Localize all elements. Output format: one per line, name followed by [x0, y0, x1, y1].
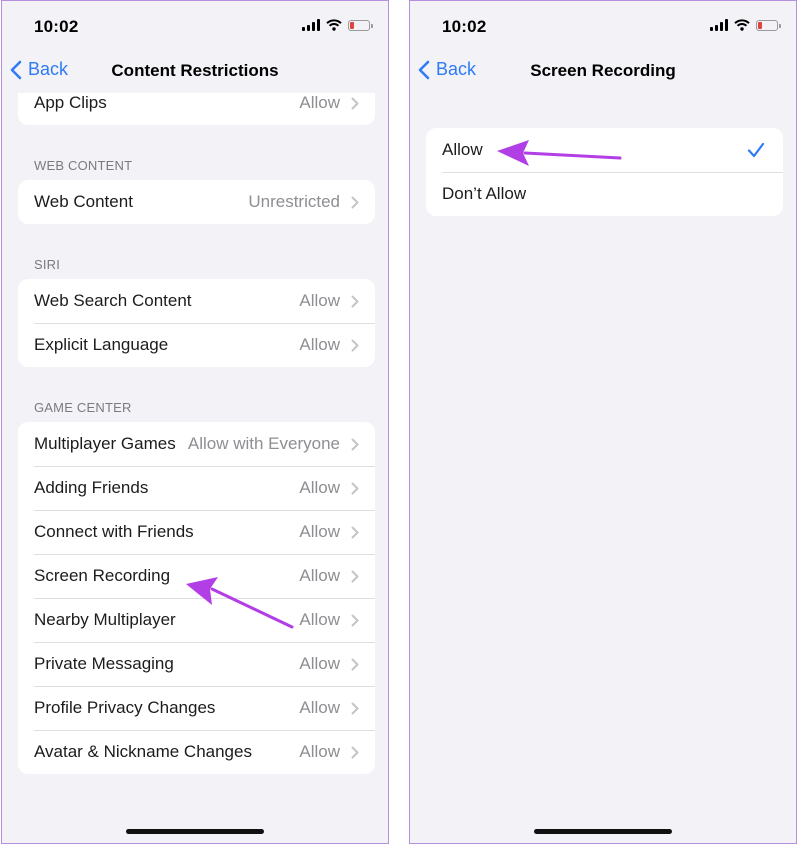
status-icons	[710, 19, 781, 31]
row-value: Allow	[299, 610, 340, 629]
row-label: Nearby Multiplayer	[34, 610, 176, 629]
row-label: Profile Privacy Changes	[34, 698, 216, 717]
battery-icon	[756, 19, 781, 31]
row-value: Unrestricted	[248, 192, 340, 211]
row-label: App Clips	[34, 93, 107, 112]
row-value: Allow with Everyone	[187, 434, 340, 453]
row-value: Allow	[299, 522, 340, 541]
row-label: Adding Friends	[34, 478, 149, 497]
signal-icon	[302, 19, 320, 31]
row-label: Web Content	[34, 192, 133, 211]
siri-group: Web Search Content Allow Explicit Langua…	[18, 279, 375, 367]
settings-row-adding-friends[interactable]: Adding Friends Allow	[18, 466, 375, 510]
row-label: Screen Recording	[34, 566, 171, 585]
settings-row-private-messaging[interactable]: Private Messaging Allow	[18, 642, 375, 686]
status-bar: 10:02	[2, 1, 388, 51]
nav-bar: Back Screen Recording	[410, 51, 796, 93]
row-value: Allow	[299, 335, 340, 354]
chevron-right-icon	[351, 97, 359, 110]
web-content-group: Web Content Unrestricted	[18, 180, 375, 224]
option-dont-allow[interactable]: Don’t Allow	[426, 172, 783, 216]
home-indicator	[534, 829, 672, 834]
settings-row-screen-recording[interactable]: Screen Recording Allow	[18, 554, 375, 598]
screen-recording-options: Allow Don’t Allow	[426, 128, 783, 216]
signal-icon	[710, 19, 728, 31]
chevron-right-icon	[351, 614, 359, 627]
chevron-right-icon	[351, 295, 359, 308]
row-value: Allow	[299, 291, 340, 310]
chevron-right-icon	[351, 339, 359, 352]
screen-recording-screen: 10:02 Back Screen Recording Allow Don’t …	[409, 0, 797, 844]
checkmark-icon	[747, 142, 765, 158]
settings-row-web-content[interactable]: Web Content Unrestricted	[18, 180, 375, 224]
chevron-right-icon	[351, 526, 359, 539]
row-value: Allow	[299, 654, 340, 673]
chevron-right-icon	[351, 438, 359, 451]
chevron-right-icon	[351, 702, 359, 715]
section-header-game-center: GAME CENTER	[34, 400, 132, 415]
battery-icon	[348, 19, 373, 31]
settings-row-connect-with-friends[interactable]: Connect with Friends Allow	[18, 510, 375, 554]
settings-row-explicit-language[interactable]: Explicit Language Allow	[18, 323, 375, 367]
content-restrictions-screen: 10:02 Back Content Restrictions App Clip…	[1, 0, 389, 844]
wifi-icon	[734, 19, 750, 31]
chevron-right-icon	[351, 196, 359, 209]
chevron-right-icon	[351, 570, 359, 583]
option-allow[interactable]: Allow	[426, 128, 783, 172]
row-value: Allow	[299, 93, 340, 112]
battery-level	[350, 21, 354, 29]
row-value: Allow	[299, 566, 340, 585]
row-label: Explicit Language	[34, 335, 169, 354]
home-indicator	[126, 829, 264, 834]
battery-level	[758, 21, 762, 29]
chevron-right-icon	[351, 482, 359, 495]
settings-row-web-search-content[interactable]: Web Search Content Allow	[18, 279, 375, 323]
status-time: 10:02	[442, 17, 487, 36]
wifi-icon	[326, 19, 342, 31]
section-header-siri: SIRI	[34, 257, 61, 272]
row-label: Connect with Friends	[34, 522, 194, 541]
section-header-web-content: WEB CONTENT	[34, 158, 133, 173]
settings-row-multiplayer-games[interactable]: Multiplayer Games Allow with Everyone	[18, 422, 375, 466]
option-label: Don’t Allow	[442, 184, 527, 203]
row-label: Multiplayer Games	[34, 434, 176, 453]
settings-row-nearby-multiplayer[interactable]: Nearby Multiplayer Allow	[18, 598, 375, 642]
row-label: Private Messaging	[34, 654, 174, 673]
chevron-right-icon	[351, 658, 359, 671]
row-value: Allow	[299, 478, 340, 497]
status-time: 10:02	[34, 17, 79, 36]
row-label: Avatar & Nickname Changes	[34, 742, 252, 761]
row-value: Allow	[299, 698, 340, 717]
row-value: Allow	[299, 742, 340, 761]
settings-row-profile-privacy-changes[interactable]: Profile Privacy Changes Allow	[18, 686, 375, 730]
page-title: Content Restrictions	[111, 61, 279, 80]
page-title: Screen Recording	[530, 61, 676, 80]
chevron-right-icon	[351, 746, 359, 759]
row-label: Web Search Content	[34, 291, 192, 310]
game-center-group: Multiplayer Games Allow with Everyone Ad…	[18, 422, 375, 774]
status-bar: 10:02	[410, 1, 796, 51]
nav-bar-overlay: Back Content Restrictions	[2, 51, 388, 93]
option-label: Allow	[442, 140, 483, 159]
status-icons	[302, 19, 373, 31]
settings-row-avatar-nickname-changes[interactable]: Avatar & Nickname Changes Allow	[18, 730, 375, 774]
